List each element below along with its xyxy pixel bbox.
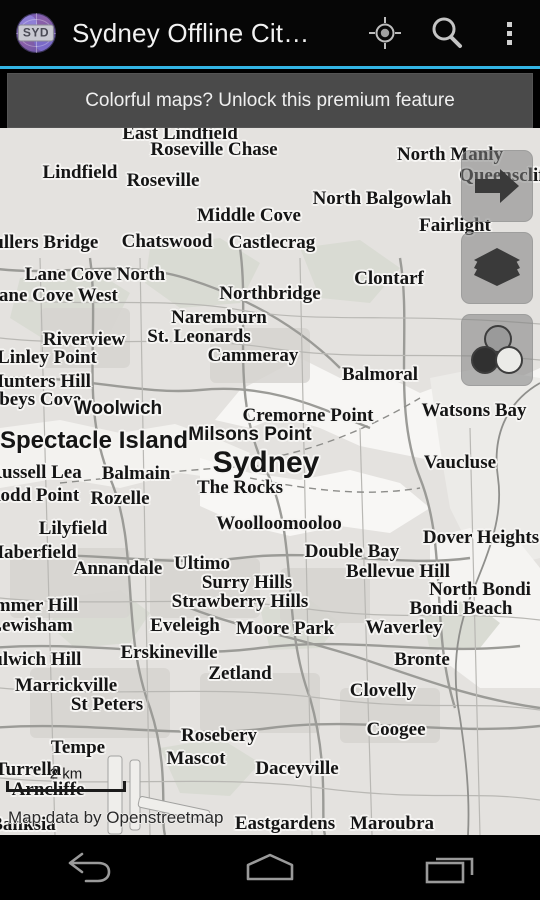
map-label: Clovelly [349, 680, 417, 701]
map-label: Middle Cove [197, 205, 301, 226]
map-label: Cammeray [207, 345, 299, 366]
map-label: Eastgardens [234, 813, 336, 834]
search-icon [432, 17, 462, 48]
my-location-icon [369, 17, 401, 49]
map-label: Summer Hill [0, 595, 79, 616]
color-circles-icon [471, 325, 523, 374]
map-label: Haberfield [0, 542, 77, 563]
app-title: Sydney Offline Cit… [72, 17, 310, 48]
map-label: Rodd Point [0, 485, 80, 506]
map-label: St Peters [70, 694, 144, 715]
map-label: Tempe [50, 737, 106, 758]
map-label: Lindfield [42, 162, 118, 183]
map-label: Clontarf [354, 268, 424, 289]
map-label: Rozelle [90, 488, 150, 509]
map-label: Roseville Chase [150, 139, 278, 160]
scale-bar-line: 2 km [6, 766, 126, 792]
scale-bar: 2 km [6, 766, 126, 792]
map-label: Woolloomooloo [216, 513, 342, 534]
theme-colors-button[interactable] [461, 314, 533, 386]
app-root: SYD Sydney Offline Cit… Colorful maps? U… [0, 0, 540, 900]
map-label: Dover Heights [422, 527, 540, 548]
map-label: Watsons Bay [421, 400, 527, 421]
map-label-layer: East Lindfield Roseville Chase North Manly… [0, 128, 540, 835]
premium-banner-text: Colorful maps? Unlock this premium featu… [85, 89, 455, 111]
layers-button[interactable] [461, 232, 533, 304]
map-label: Woolwich [73, 398, 163, 419]
map-label: Balmoral [342, 364, 418, 385]
map-label: Dulwich Hill [0, 649, 82, 670]
map-label: Milsons Point [188, 424, 312, 445]
map-label: Vaucluse [423, 452, 497, 473]
map-label: Double Bay [304, 541, 400, 562]
app-icon-label: SYD [17, 24, 55, 42]
map-label: Russell Lea [0, 462, 82, 483]
map-label: Annandale [73, 558, 163, 579]
recents-button[interactable] [360, 835, 540, 900]
map-label: Northbridge [219, 283, 321, 304]
map-label: Linley Point [0, 347, 97, 368]
globe-syd-icon[interactable]: SYD [16, 13, 56, 53]
map-label: Mascot [166, 748, 226, 769]
map-label: Maroubra [349, 813, 435, 834]
map-label: Lane Cove West [0, 285, 118, 306]
map-label: Balmain [101, 463, 171, 484]
accent-divider [0, 66, 540, 69]
map-label: Chatswood [121, 231, 213, 252]
map-label: Castlecrag [228, 232, 316, 253]
overflow-menu-icon [506, 21, 512, 45]
map-label: Lewisham [0, 615, 73, 636]
map-label: Roseville [126, 170, 200, 191]
my-location-button[interactable] [354, 0, 416, 66]
map-label: Daceyville [255, 758, 339, 779]
map-label: Spectacle Island [0, 427, 189, 454]
map-label: Moore Park [235, 618, 335, 639]
search-button[interactable] [416, 0, 478, 66]
system-nav-bar [0, 835, 540, 900]
map-label: Lilyfield [38, 518, 108, 539]
map-view[interactable]: East Lindfield Roseville Chase North Manly… [0, 128, 540, 835]
map-label: Abbeys Cove [0, 389, 82, 410]
arrow-right-icon [475, 169, 519, 203]
map-label: Rosebery [181, 725, 257, 746]
map-label: Erskineville [120, 642, 218, 663]
map-label: The Rocks [196, 477, 284, 498]
home-icon [246, 853, 294, 880]
action-bar: SYD Sydney Offline Cit… [0, 0, 540, 66]
back-button[interactable] [0, 835, 180, 900]
map-label: Lane Cove North [24, 264, 166, 285]
map-attribution: Map data by Openstreetmap [8, 808, 224, 827]
map-label: Coogee [366, 719, 426, 740]
pan-arrow-button[interactable] [461, 150, 533, 222]
overflow-menu-button[interactable] [478, 0, 540, 66]
map-label: Strawberry Hills [171, 591, 309, 612]
home-button[interactable] [180, 835, 360, 900]
map-label: Bronte [394, 649, 450, 670]
layers-icon [474, 248, 520, 286]
map-label: Fullers Bridge [0, 232, 99, 253]
scale-bar-label: 2 km [49, 765, 83, 783]
map-label: North Balgowlah [312, 188, 452, 209]
map-label: Sydney [212, 446, 320, 479]
recent-apps-icon [425, 857, 474, 883]
map-label: Zetland [208, 663, 272, 684]
map-label: Waverley [365, 617, 443, 638]
map-label: Eveleigh [150, 615, 220, 636]
premium-banner[interactable]: Colorful maps? Unlock this premium featu… [7, 73, 533, 128]
back-arrow-icon [68, 852, 111, 882]
